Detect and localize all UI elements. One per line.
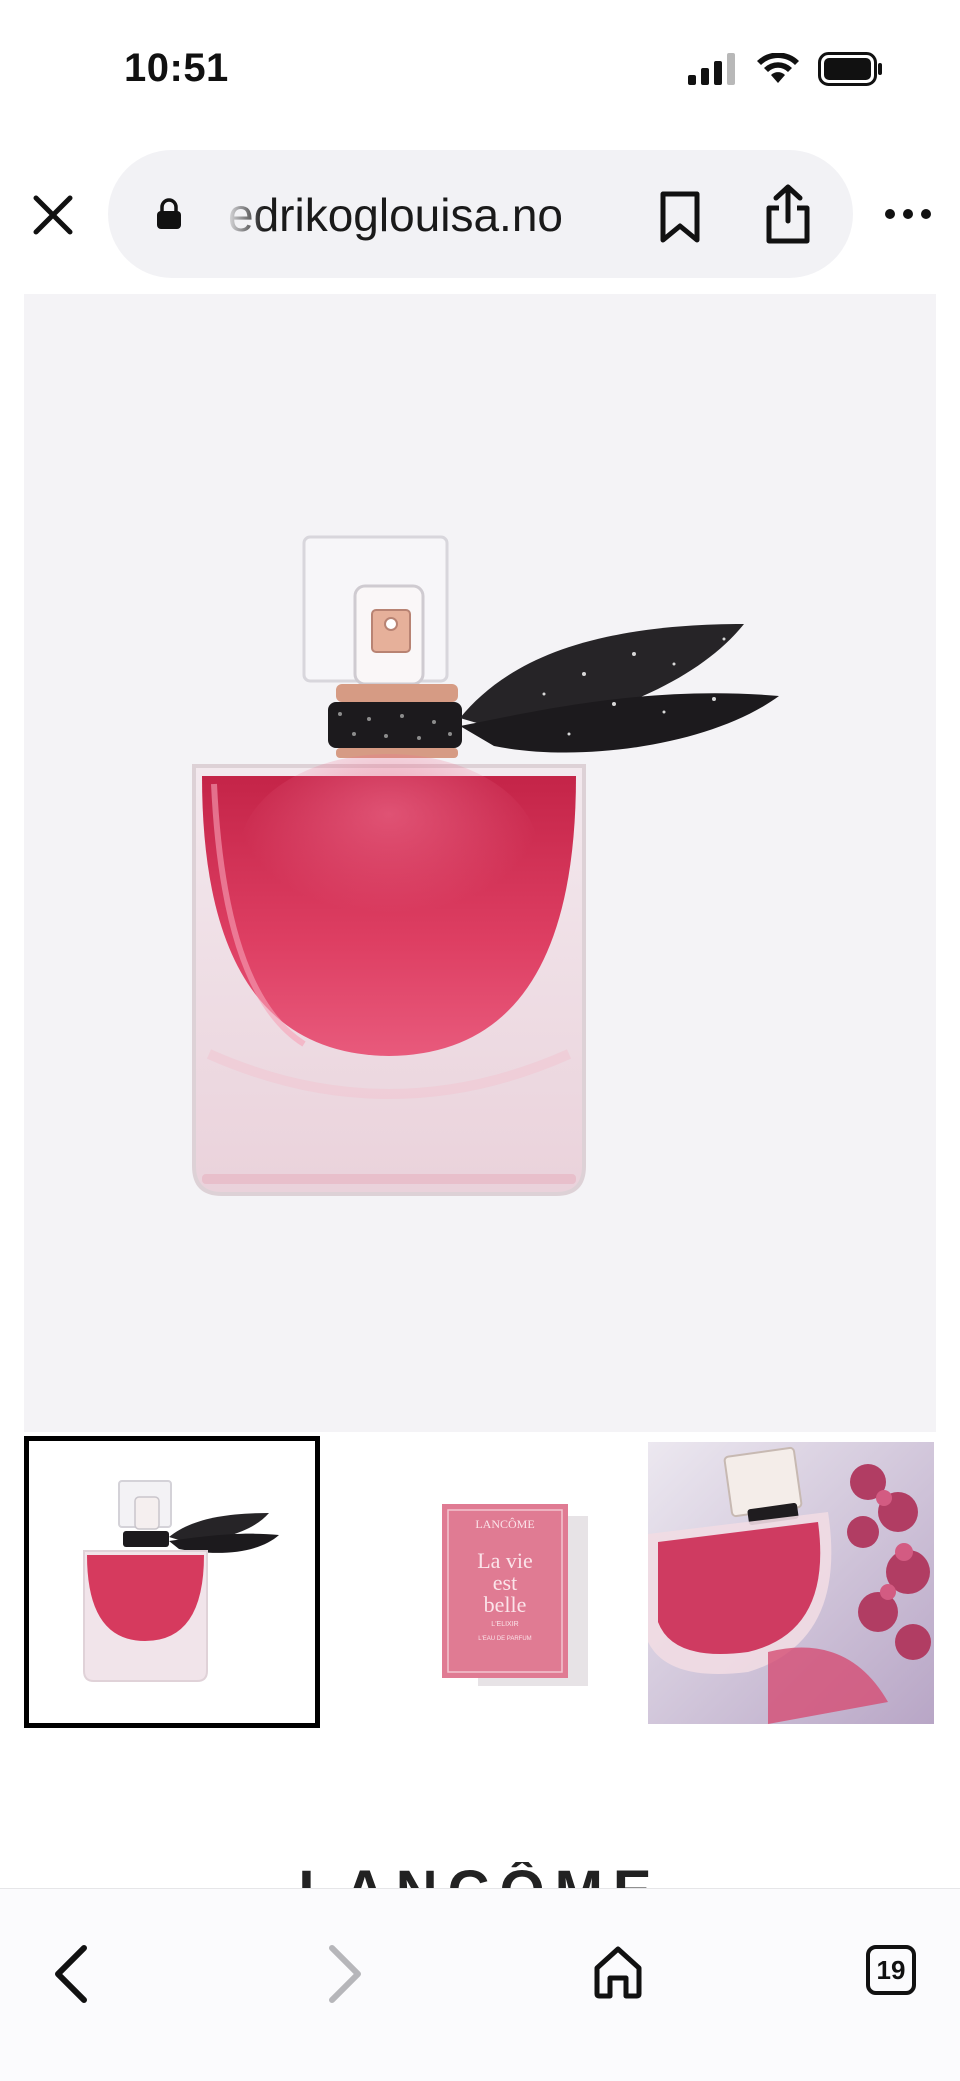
url-fade xyxy=(224,188,264,242)
status-bar: 10:51 xyxy=(0,0,960,140)
bookmark-icon xyxy=(660,191,700,243)
share-icon xyxy=(766,184,810,244)
more-button[interactable] xyxy=(880,202,936,226)
status-time: 10:51 xyxy=(124,46,229,90)
svg-text:L'ELIXIR: L'ELIXIR xyxy=(491,1621,518,1628)
address-bar[interactable]: edrikoglouisa.no xyxy=(108,150,853,278)
svg-text:LANCÔME: LANCÔME xyxy=(475,1517,534,1531)
home-button[interactable] xyxy=(590,1939,646,2005)
bookmark-button[interactable] xyxy=(654,188,706,246)
browser-top-bar: edrikoglouisa.no xyxy=(0,140,960,285)
share-button[interactable] xyxy=(760,182,816,246)
battery-icon xyxy=(818,52,884,91)
svg-text:L'EAU DE PARFUM: L'EAU DE PARFUM xyxy=(478,1636,531,1642)
url-text: edrikoglouisa.no xyxy=(228,189,564,241)
close-button[interactable] xyxy=(28,190,78,240)
more-icon xyxy=(885,209,931,219)
browser-bottom-toolbar: 19 xyxy=(0,1888,960,2081)
thumbnail-lifestyle[interactable] xyxy=(648,1442,934,1724)
thumbnail-bottle-front[interactable] xyxy=(24,1436,320,1728)
wifi-icon xyxy=(756,52,800,90)
back-button[interactable] xyxy=(46,1941,96,2007)
thumbnail-box[interactable]: LANCÔME La vie est belle L'ELIXIR L'EAU … xyxy=(344,1436,634,1728)
status-icons xyxy=(688,52,884,91)
product-main-image[interactable] xyxy=(24,294,936,1432)
tabs-count: 19 xyxy=(876,1954,906,1985)
svg-text:belle: belle xyxy=(484,1592,527,1617)
thumbnail-gallery: LANCÔME La vie est belle L'ELIXIR L'EAU … xyxy=(24,1436,936,1728)
tabs-button[interactable]: 19 xyxy=(866,1945,916,1995)
home-icon xyxy=(594,1946,642,1999)
chevron-right-icon xyxy=(329,1945,361,2003)
forward-button[interactable] xyxy=(320,1941,370,2007)
lock-icon xyxy=(156,198,182,235)
close-icon xyxy=(33,195,73,235)
thumbnail-bottle-image xyxy=(83,1480,279,1682)
thumbnail-lifestyle-image xyxy=(648,1442,934,1724)
chevron-left-icon xyxy=(55,1945,87,2003)
thumbnail-box-image: LANCÔME La vie est belle L'ELIXIR L'EAU … xyxy=(442,1504,588,1686)
perfume-bottle-image xyxy=(192,535,779,1196)
signal-icon xyxy=(688,53,738,90)
